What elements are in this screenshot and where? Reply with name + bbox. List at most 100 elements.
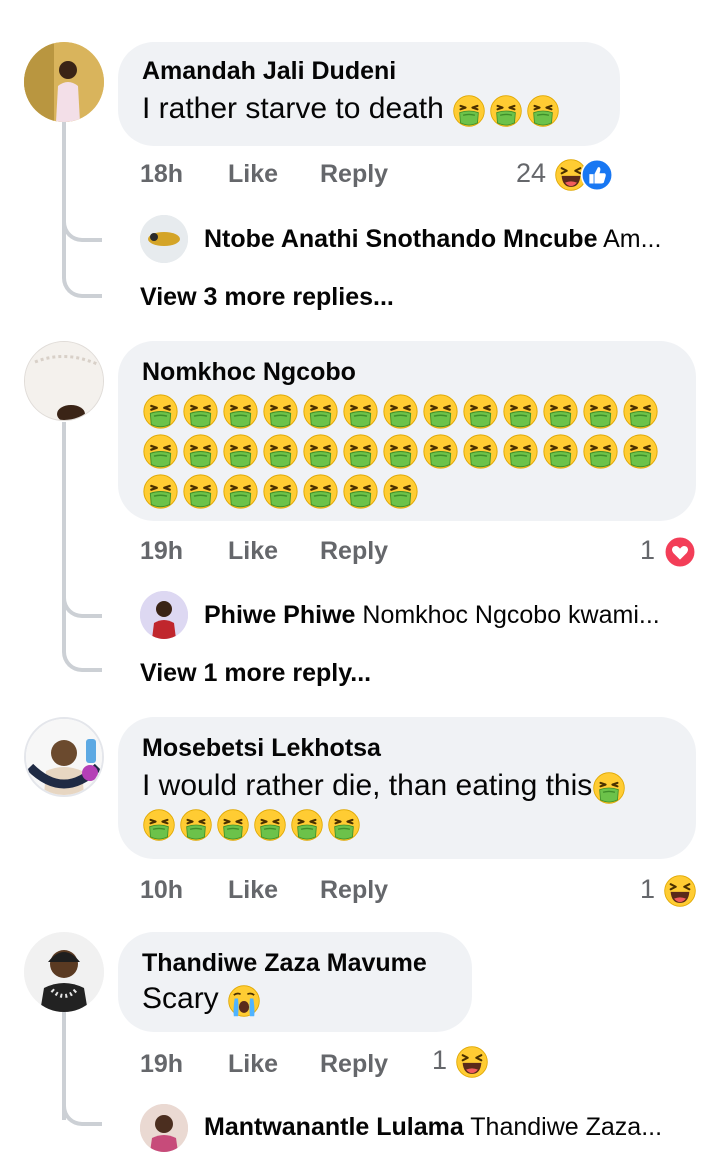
laughing-face-icon [455,1045,489,1079]
reaction-summary[interactable]: 24 [516,155,614,191]
nauseated-face-icon [342,433,379,470]
nauseated-face-icon [582,393,619,430]
reply-connector [62,646,102,672]
reply-text: Nomkhoc Ngcobo kwami... [362,601,660,629]
reply-text: Am... [603,225,662,253]
heart-icon [663,535,697,569]
comment-author[interactable]: Amandah Jali Dudeni [142,56,598,86]
nauseated-face-icon [582,433,619,470]
nauseated-face-icon [422,393,459,430]
nauseated-face-icon [142,473,179,510]
like-button[interactable]: Like [228,1046,278,1082]
reply-author[interactable]: Ntobe Anathi Snothando Mncube [204,225,597,253]
avatar[interactable] [24,341,104,421]
like-button[interactable]: Like [228,156,278,192]
comment-text: Scary [142,980,450,1019]
reaction-count: 1 [640,874,656,904]
reaction-summary[interactable]: 1 [640,532,697,568]
reply-connector [62,216,102,242]
reaction-count: 24 [516,158,547,188]
nauseated-face-icon [290,808,324,842]
thread-line [62,422,66,650]
nauseated-face-icon [182,393,219,430]
like-button[interactable]: Like [228,533,278,569]
view-more-replies-link[interactable]: View 1 more reply... [140,658,371,688]
reaction-summary[interactable]: 1 [640,871,697,907]
nauseated-face-icon [222,393,259,430]
comment-bubble: Mosebetsi Lekhotsa I would rather die, t… [118,717,696,859]
avatar[interactable] [24,717,104,797]
reply-preview[interactable]: Mantwanantle Lulama Thandiwe Zaza... [204,1112,662,1142]
comment-time[interactable]: 19h [140,1046,183,1082]
nauseated-face-icon [222,473,259,510]
reply-button[interactable]: Reply [320,156,388,192]
comment-bubble: Amandah Jali Dudeni I rather starve to d… [118,42,620,146]
avatar[interactable] [140,215,188,263]
reply-button[interactable]: Reply [320,872,388,908]
nauseated-face-icon [253,808,287,842]
like-button[interactable]: Like [228,872,278,908]
comment-time[interactable]: 10h [140,872,183,908]
nauseated-face-icon [542,433,579,470]
reply-text: Thandiwe Zaza... [470,1113,663,1141]
nauseated-face-icon [622,393,659,430]
comment-time[interactable]: 19h [140,533,183,569]
comment-time[interactable]: 18h [140,156,183,192]
reaction-count: 1 [432,1045,448,1075]
nauseated-face-icon [382,473,419,510]
comment-author[interactable]: Thandiwe Zaza Mavume [142,948,450,978]
nauseated-face-icon [142,393,179,430]
reply-connector [62,592,102,618]
nauseated-face-icon [142,808,176,842]
nauseated-face-icon [526,94,560,128]
reply-preview[interactable]: Phiwe Phiwe Nomkhoc Ngcobo kwami... [204,600,660,630]
comment-author[interactable]: Nomkhoc Ngcobo [142,357,674,387]
nauseated-face-icon [302,393,339,430]
comment-text-body: I rather starve to death [142,92,444,125]
avatar[interactable] [140,591,188,639]
comment-bubble: Thandiwe Zaza Mavume Scary [118,932,472,1032]
nauseated-face-icon [489,94,523,128]
thread-line [62,122,66,272]
comment-author[interactable]: Mosebetsi Lekhotsa [142,733,674,763]
nauseated-face-icon [216,808,250,842]
reaction-count: 1 [640,535,656,565]
reply-button[interactable]: Reply [320,1046,388,1082]
reply-preview[interactable]: Ntobe Anathi Snothando Mncube Am... [204,224,661,254]
nauseated-face-icon [302,473,339,510]
nauseated-face-icon [222,433,259,470]
nauseated-face-icon [182,473,219,510]
avatar[interactable] [140,1104,188,1152]
nauseated-face-icon [462,393,499,430]
reply-author[interactable]: Phiwe Phiwe [204,601,355,629]
nauseated-face-icon [182,433,219,470]
avatar[interactable] [24,932,104,1012]
nauseated-face-icon [142,433,179,470]
nauseated-face-icon [382,393,419,430]
emoji-row [142,806,674,843]
comment-text: I rather starve to death [142,90,598,129]
view-more-replies-link[interactable]: View 3 more replies... [140,282,394,312]
nauseated-face-icon [302,433,339,470]
reply-button[interactable]: Reply [320,533,388,569]
avatar[interactable] [24,42,104,122]
reply-author[interactable]: Mantwanantle Lulama [204,1113,464,1141]
reaction-summary[interactable]: 1 [432,1042,489,1078]
nauseated-face-icon [542,393,579,430]
reply-connector [62,1100,102,1126]
nauseated-face-icon [452,94,486,128]
comment-text-body: Scary [142,982,219,1015]
nauseated-face-icon [462,433,499,470]
nauseated-face-icon [502,393,539,430]
reply-connector [62,272,102,298]
nauseated-face-icon [422,433,459,470]
nauseated-face-icon [502,433,539,470]
nauseated-face-icon [622,433,659,470]
nauseated-face-icon [262,473,299,510]
thumbs-up-icon [580,158,614,192]
nauseated-face-icon [262,393,299,430]
crying-face-icon [227,984,261,1018]
nauseated-face-icon [262,433,299,470]
nauseated-face-icon [382,433,419,470]
comment-text-body: I would rather die, than eating this [142,769,593,802]
